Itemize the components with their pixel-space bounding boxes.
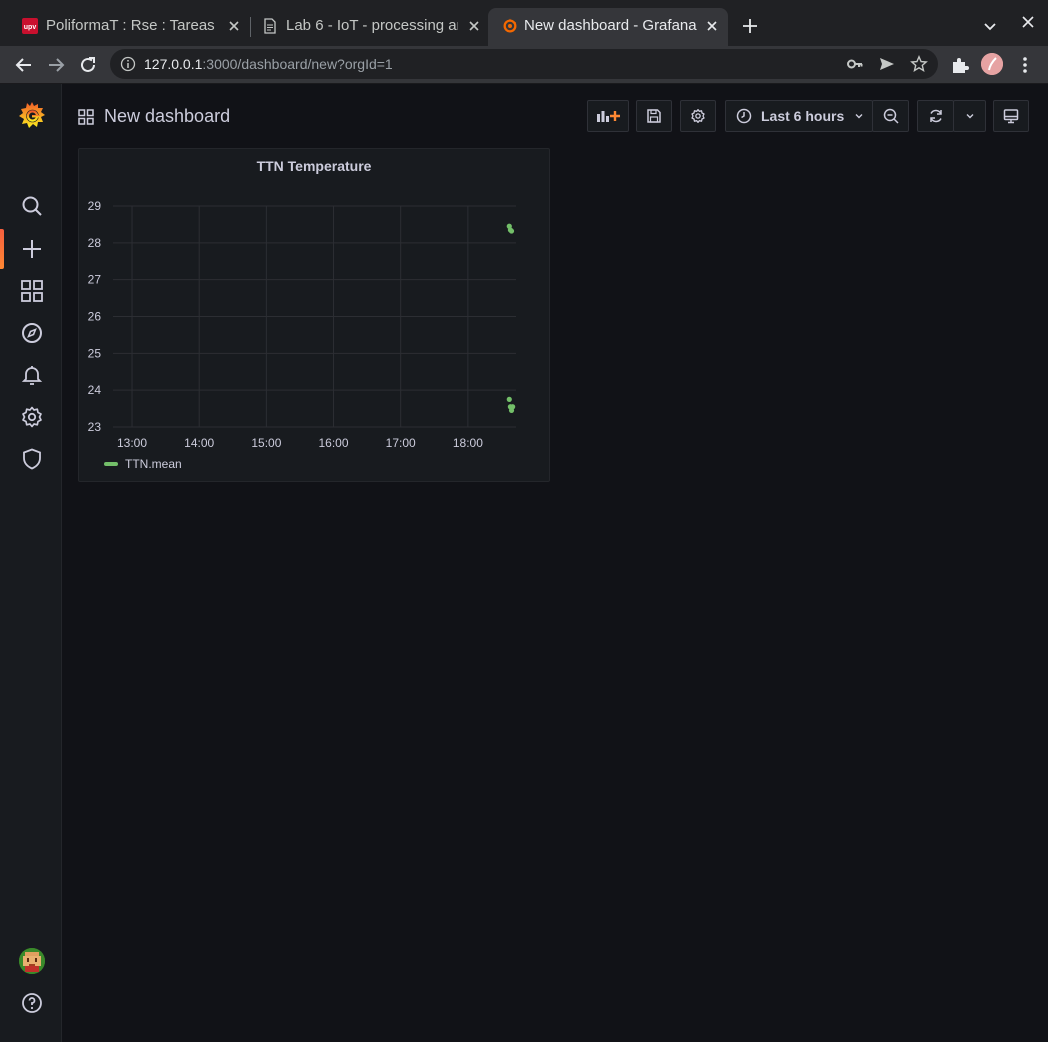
chevron-down-icon: [854, 111, 864, 121]
send-icon[interactable]: [878, 55, 896, 73]
profile-avatar[interactable]: [981, 53, 1003, 75]
upv-favicon: upv: [22, 18, 38, 34]
address-bar[interactable]: 127.0.0.1:3000/dashboard/new?orgId=1: [110, 49, 938, 79]
add-panel-button[interactable]: [587, 100, 629, 132]
y-tick-label: 25: [88, 346, 102, 360]
chevron-down-icon: [965, 111, 975, 121]
key-icon[interactable]: [846, 55, 864, 73]
forward-arrow-icon[interactable]: [44, 53, 68, 77]
tab-title: New dashboard - Grafana: [524, 17, 697, 34]
help-icon[interactable]: [20, 991, 44, 1015]
y-tick-label: 28: [88, 236, 102, 250]
plus-icon[interactable]: [20, 237, 44, 261]
legend: TTN.mean: [104, 457, 182, 471]
x-tick-label: 14:00: [184, 436, 214, 450]
avatar[interactable]: [19, 948, 45, 974]
page-title: New dashboard: [104, 106, 231, 126]
legend-label[interactable]: TTN.mean: [125, 457, 182, 471]
clock-icon: [736, 108, 752, 124]
x-tick-label: 18:00: [453, 436, 483, 450]
gear-icon: [690, 108, 706, 124]
data-point: [506, 396, 512, 402]
chevron-down-icon[interactable]: [980, 16, 1000, 36]
url-host: 127.0.0.1: [144, 56, 203, 72]
x-tick-label: 15:00: [251, 436, 281, 450]
close-window-icon[interactable]: [1018, 12, 1038, 32]
tab-title: PoliformaT : Rse : Tareas: [46, 17, 215, 34]
add-panel-icon: [595, 108, 621, 124]
y-tick-label: 23: [88, 420, 102, 434]
y-tick-label: 29: [88, 199, 102, 213]
refresh-icon: [928, 108, 944, 124]
compass-icon[interactable]: [20, 321, 44, 345]
x-tick-label: 13:00: [117, 436, 147, 450]
dashboard-grid-icon: [78, 108, 94, 125]
close-tab-icon[interactable]: [702, 16, 722, 36]
grafana-favicon: [502, 18, 518, 34]
extensions-icon[interactable]: [949, 54, 971, 76]
more-vert-icon[interactable]: [1014, 54, 1036, 76]
document-icon: [262, 18, 278, 34]
tab-poliformat[interactable]: upv PoliformaT : Rse : Tareas: [8, 8, 248, 46]
bell-icon[interactable]: [20, 363, 44, 387]
zoom-out-icon: [883, 108, 899, 124]
kiosk-mode-button[interactable]: [993, 100, 1029, 132]
x-tick-label: 17:00: [386, 436, 416, 450]
url-text: 127.0.0.1:3000/dashboard/new?orgId=1: [144, 56, 393, 72]
close-tab-icon[interactable]: [224, 16, 244, 36]
grafana-logo[interactable]: [18, 100, 46, 132]
dashboards-icon[interactable]: [20, 279, 44, 303]
data-point: [510, 404, 516, 410]
url-path: :3000/dashboard/new?orgId=1: [202, 56, 393, 72]
tab-grafana[interactable]: New dashboard - Grafana: [488, 8, 728, 46]
monitor-icon: [1003, 108, 1019, 124]
time-range-label: Last 6 hours: [761, 108, 845, 124]
gear-icon[interactable]: [20, 405, 44, 429]
dashboard-settings-button[interactable]: [680, 100, 716, 132]
reload-icon[interactable]: [76, 53, 100, 77]
x-tick-label: 16:00: [319, 436, 349, 450]
zoom-out-button[interactable]: [872, 100, 909, 132]
y-tick-label: 24: [88, 383, 102, 397]
browser-tab-strip: upv PoliformaT : Rse : Tareas Lab 6 - Io…: [0, 0, 1048, 46]
refresh-button[interactable]: [917, 100, 954, 132]
tab-lab6[interactable]: Lab 6 - IoT - processing and: [248, 8, 488, 46]
active-indicator: [0, 229, 4, 269]
tab-title: Lab 6 - IoT - processing and: [286, 17, 458, 34]
close-tab-icon[interactable]: [464, 16, 484, 36]
time-picker-button[interactable]: Last 6 hours: [725, 100, 873, 132]
refresh-interval-button[interactable]: [953, 100, 986, 132]
info-icon[interactable]: [120, 56, 136, 72]
save-icon: [646, 108, 662, 124]
save-dashboard-button[interactable]: [636, 100, 672, 132]
back-arrow-icon[interactable]: [12, 53, 36, 77]
panel-ttn-temperature[interactable]: TTN Temperature 23 24 25 26 27 28 29 13:00 14:00…: [78, 148, 550, 482]
y-tick-label: 26: [88, 310, 102, 324]
sidemenu: [0, 84, 62, 1042]
legend-swatch: [104, 462, 118, 466]
browser-toolbar: 127.0.0.1:3000/dashboard/new?orgId=1: [0, 46, 1048, 84]
timeseries-chart: 23 24 25 26 27 28 29 13:00 14:00 15:00 16:00 17:00 1…: [88, 199, 516, 450]
data-point: [508, 228, 515, 234]
search-icon[interactable]: [20, 194, 44, 218]
new-tab-icon[interactable]: [740, 16, 760, 36]
svg-text:upv: upv: [24, 24, 37, 31]
dashboard-title[interactable]: New dashboard: [78, 106, 230, 127]
star-icon[interactable]: [910, 55, 928, 73]
dashboard-navbar: New dashboard Last 6 hours: [62, 84, 1048, 148]
y-tick-label: 27: [88, 273, 102, 287]
shield-icon[interactable]: [20, 447, 44, 471]
